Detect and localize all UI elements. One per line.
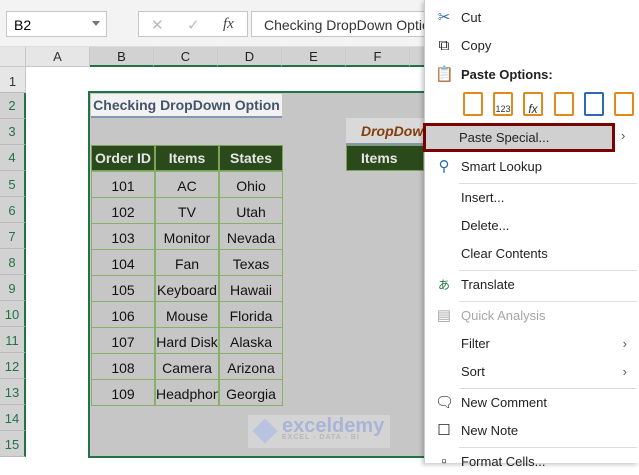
menu-separator — [459, 301, 637, 302]
paste-formatting-icon[interactable] — [584, 92, 604, 116]
menu-item-cut[interactable]: ✂ Cut — [425, 5, 637, 31]
menu-label: Copy — [461, 38, 492, 53]
clipboard-icon: 📋 — [435, 66, 454, 83]
menu-label: Cut — [461, 10, 482, 25]
menu-label: Insert... — [461, 190, 505, 205]
menu-item-clear-contents[interactable]: Clear Contents — [425, 241, 637, 267]
row-header[interactable]: 4 — [0, 145, 26, 171]
menu-label: Paste Special... — [459, 130, 550, 145]
chevron-right-icon: › — [622, 364, 627, 379]
copy-icon: ⧉ — [438, 37, 450, 54]
row-header[interactable]: 15 — [0, 431, 26, 457]
chevron-right-icon: › — [622, 336, 627, 351]
menu-item-quick-analysis: ▤ Quick Analysis — [425, 303, 637, 329]
name-box[interactable]: B2 — [6, 11, 107, 37]
column-header-a[interactable]: A — [26, 47, 90, 67]
cancel-icon[interactable]: ✕ — [151, 16, 164, 34]
column-header-b[interactable]: B — [90, 47, 154, 67]
select-all-button[interactable] — [0, 47, 26, 67]
menu-separator — [459, 447, 637, 448]
row-header[interactable]: 10 — [0, 301, 26, 327]
row-header[interactable]: 3 — [0, 119, 26, 145]
menu-item-copy[interactable]: ⧉ Copy — [425, 33, 637, 59]
menu-label: Translate — [461, 277, 515, 292]
row-header[interactable]: 2 — [0, 93, 26, 119]
menu-label: Paste Options: — [461, 67, 553, 82]
menu-item-new-comment[interactable]: 🗨 New Comment — [425, 390, 637, 416]
menu-item-insert[interactable]: Insert... — [425, 185, 637, 211]
paste-icon[interactable] — [463, 92, 483, 116]
paste-transpose-icon[interactable] — [554, 92, 574, 116]
menu-label: Quick Analysis — [461, 308, 546, 323]
translate-icon: あ — [437, 278, 450, 292]
menu-item-sort[interactable]: Sort › — [425, 359, 637, 385]
format-cells-icon: ▫ — [441, 453, 447, 470]
formula-input[interactable]: Checking DropDown Option — [251, 11, 451, 37]
menu-item-new-note[interactable]: ☐ New Note — [425, 418, 637, 444]
paste-formulas-icon[interactable]: fx — [523, 92, 543, 116]
context-menu: ✂ Cut ⧉ Copy 📋 Paste Options: 123 fx Paste … — [423, 0, 639, 470]
paste-options-label: 📋 Paste Options: — [425, 62, 637, 88]
menu-separator — [459, 270, 637, 271]
menu-separator — [459, 388, 637, 389]
menu-item-paste-special[interactable]: Paste Special... — [423, 123, 615, 152]
row-header[interactable]: 11 — [0, 327, 26, 353]
row-header[interactable]: 8 — [0, 249, 26, 275]
menu-item-delete[interactable]: Delete... — [425, 213, 637, 239]
row-header[interactable]: 14 — [0, 405, 26, 431]
row-header[interactable]: 12 — [0, 353, 26, 379]
menu-label: Smart Lookup — [461, 159, 542, 174]
paste-values-icon[interactable]: 123 — [493, 92, 513, 116]
row-header[interactable]: 5 — [0, 171, 26, 197]
formula-buttons: ✕ ✓ fx — [138, 11, 248, 37]
new-comment-icon: 🗨 — [435, 394, 455, 411]
selection-border — [88, 91, 424, 458]
menu-label: New Note — [461, 423, 519, 438]
menu-item-filter[interactable]: Filter › — [425, 331, 637, 357]
scissors-icon: ✂ — [437, 9, 451, 26]
paste-link-icon[interactable] — [614, 92, 634, 116]
row-header[interactable]: 6 — [0, 197, 26, 223]
menu-label: Format Cells... — [461, 454, 546, 469]
chevron-right-icon: › — [621, 128, 626, 143]
row-header[interactable]: 7 — [0, 223, 26, 249]
menu-label: Filter — [461, 336, 490, 351]
menu-label: Clear Contents — [461, 246, 548, 261]
column-header-d[interactable]: D — [218, 47, 282, 67]
column-header-e[interactable]: E — [282, 47, 346, 67]
row-header[interactable]: 9 — [0, 275, 26, 301]
new-note-icon: ☐ — [437, 422, 451, 439]
row-header[interactable]: 13 — [0, 379, 26, 405]
insert-function-icon[interactable]: fx — [223, 16, 234, 33]
row-header[interactable]: 1 — [0, 67, 26, 93]
name-box-value: B2 — [14, 17, 32, 33]
quick-analysis-icon: ▤ — [436, 307, 452, 324]
menu-separator — [459, 183, 637, 184]
chevron-down-icon[interactable] — [92, 21, 100, 30]
menu-item-format-cells[interactable]: ▫ Format Cells... — [425, 449, 637, 475]
menu-item-smart-lookup[interactable]: ⚲ Smart Lookup — [425, 154, 637, 180]
menu-label: Sort — [461, 364, 485, 379]
column-header-c[interactable]: C — [154, 47, 218, 67]
menu-item-translate[interactable]: あ Translate — [425, 272, 637, 298]
column-header-f[interactable]: F — [346, 47, 410, 67]
menu-label: Delete... — [461, 218, 510, 233]
search-icon: ⚲ — [438, 158, 450, 175]
menu-label: New Comment — [461, 395, 547, 410]
enter-icon[interactable]: ✓ — [187, 16, 200, 34]
